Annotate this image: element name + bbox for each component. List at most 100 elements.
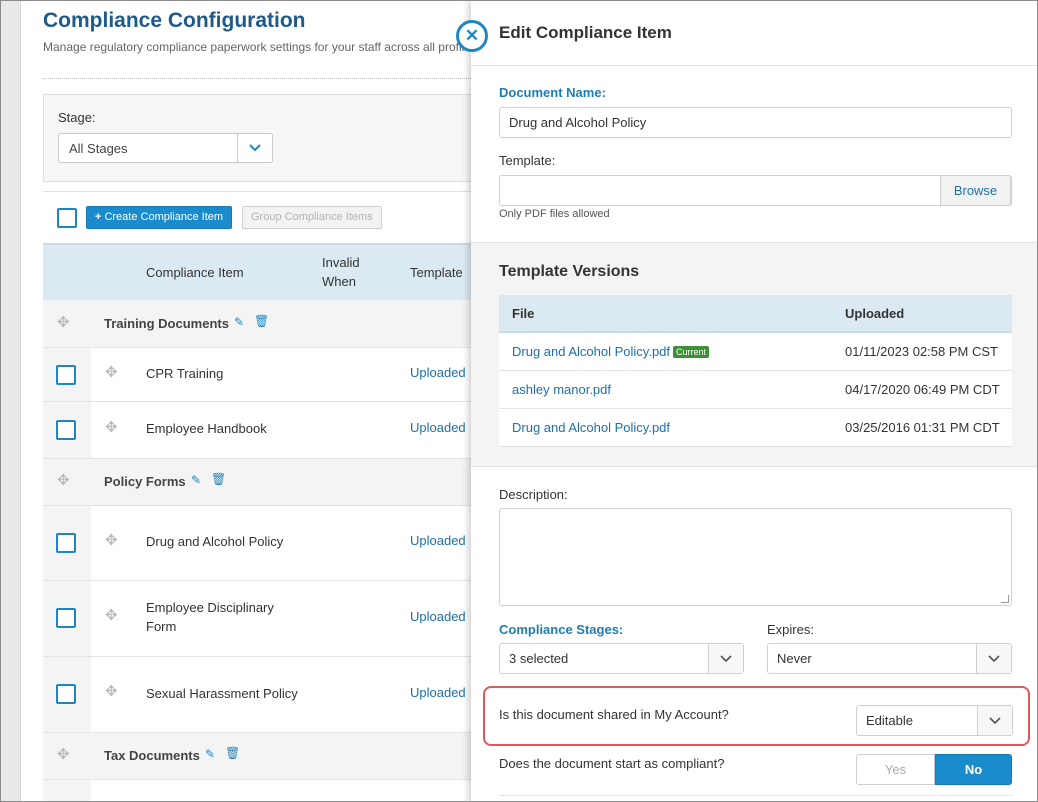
close-icon: ✕: [464, 26, 480, 45]
create-compliance-item-button[interactable]: + Create Compliance Item: [86, 206, 233, 229]
plus-icon: +: [95, 211, 102, 223]
close-panel-button[interactable]: ✕: [456, 20, 488, 52]
group-compliance-items-button[interactable]: Group Compliance Items: [242, 206, 382, 229]
row-checkbox[interactable]: [56, 420, 76, 440]
template-status-link[interactable]: Uploaded: [410, 420, 466, 435]
row-name[interactable]: Employee Handbook: [146, 419, 267, 438]
browse-button[interactable]: Browse: [940, 175, 1011, 206]
group-row: ✥ Training Documents ✎ 🗑: [43, 300, 483, 348]
starts-compliant-toggle: Yes No: [856, 754, 1013, 785]
row-checkbox[interactable]: [56, 365, 76, 385]
resize-grip-icon[interactable]: [1001, 595, 1009, 603]
column-header-uploaded: Uploaded: [845, 306, 905, 321]
move-icon[interactable]: ✥: [57, 471, 70, 489]
shared-in-account-select[interactable]: Editable: [856, 705, 1013, 736]
panel-bottom-divider: [499, 795, 1012, 796]
row-checkbox[interactable]: [56, 608, 76, 628]
expires-value: Never: [777, 651, 812, 666]
table-row: ✥ Employee Disciplinary Form Uploaded: [43, 581, 483, 657]
compliant-yes-button[interactable]: Yes: [856, 754, 935, 785]
move-icon[interactable]: ✥: [57, 313, 70, 331]
move-icon[interactable]: ✥: [105, 418, 118, 436]
row-checkbox[interactable]: [56, 684, 76, 704]
version-file-link[interactable]: Drug and Alcohol Policy.pdf: [512, 420, 670, 435]
table-row: ✥ Employee Handbook Uploaded: [43, 402, 483, 459]
pencil-icon[interactable]: ✎: [205, 747, 215, 761]
move-icon[interactable]: ✥: [105, 606, 118, 624]
panel-title: Edit Compliance Item: [499, 23, 672, 42]
row-checkbox[interactable]: [56, 533, 76, 553]
row-name[interactable]: CPR Training: [146, 364, 223, 383]
chevron-down-icon: [976, 644, 1011, 673]
group-name: Policy Forms: [104, 474, 186, 489]
create-compliance-item-label: Create Compliance Item: [104, 211, 224, 223]
table-row: ✥ Sexual Harassment Policy Uploaded: [43, 657, 483, 733]
group-name: Tax Documents: [104, 748, 200, 763]
template-status-link[interactable]: Uploaded: [410, 609, 466, 624]
page-title: Compliance Configuration: [43, 9, 306, 32]
row-name[interactable]: Employee Disciplinary Form: [146, 598, 286, 636]
template-label: Template:: [499, 153, 556, 168]
expires-label: Expires:: [767, 622, 814, 637]
chevron-down-icon: [708, 644, 743, 673]
compliance-stages-select[interactable]: 3 selected: [499, 643, 744, 674]
row-gutter: [43, 780, 91, 801]
stage-select-value: All Stages: [69, 141, 128, 156]
compliant-no-button[interactable]: No: [935, 754, 1012, 785]
template-status-link[interactable]: Uploaded: [410, 685, 466, 700]
trash-icon[interactable]: 🗑: [254, 314, 269, 328]
trash-icon[interactable]: 🗑: [211, 472, 226, 486]
version-uploaded-date: 04/17/2020 06:49 PM CDT: [845, 382, 1000, 397]
version-row: Drug and Alcohol Policy.pdf Current 01/11…: [499, 333, 1012, 371]
panel-header-divider: [471, 65, 1037, 66]
version-uploaded-date: 01/11/2023 02:58 PM CST: [845, 344, 998, 359]
stage-select[interactable]: All Stages: [58, 133, 273, 163]
template-versions-table: File Uploaded Drug and Alcohol Policy.pd…: [499, 295, 1012, 447]
template-status-link[interactable]: Uploaded: [410, 365, 466, 380]
column-header-template[interactable]: Template: [410, 263, 463, 282]
list-toolbar: + Create Compliance Item Group Compliance…: [43, 191, 483, 243]
shared-in-account-question: Is this document shared in My Account?: [499, 707, 729, 722]
column-header-invalid-when[interactable]: Invalid When: [322, 253, 372, 291]
shared-in-account-value: Editable: [866, 713, 913, 728]
row-name[interactable]: Sexual Harassment Policy: [146, 684, 298, 703]
version-file-link[interactable]: Drug and Alcohol Policy.pdf Current: [512, 344, 710, 359]
move-icon[interactable]: ✥: [105, 682, 118, 700]
title-divider: [43, 78, 473, 79]
table-row: [43, 780, 483, 801]
version-uploaded-date: 03/25/2016 01:31 PM CDT: [845, 420, 1000, 435]
chevron-down-icon: [977, 706, 1012, 735]
compliance-stages-label: Compliance Stages:: [499, 622, 624, 637]
row-name[interactable]: Drug and Alcohol Policy: [146, 532, 283, 551]
stage-label: Stage:: [58, 110, 96, 125]
table-row: ✥ Drug and Alcohol Policy Uploaded: [43, 506, 483, 581]
column-header-file: File: [512, 306, 535, 321]
version-row: ashley manor.pdf 04/17/2020 06:49 PM CDT: [499, 371, 1012, 409]
document-name-input[interactable]: Drug and Alcohol Policy: [499, 107, 1012, 138]
expires-select[interactable]: Never: [767, 643, 1012, 674]
app-frame: Compliance Configuration Manage regulato…: [0, 0, 1038, 802]
table-header: Compliance Item Invalid When Template: [43, 243, 483, 300]
move-icon[interactable]: ✥: [105, 531, 118, 549]
move-icon[interactable]: ✥: [105, 363, 118, 381]
pencil-icon[interactable]: ✎: [191, 473, 201, 487]
description-label: Description:: [499, 487, 568, 502]
pdf-only-hint: Only PDF files allowed: [499, 208, 610, 220]
version-file-name: Drug and Alcohol Policy.pdf: [512, 344, 671, 359]
group-row: ✥ Tax Documents ✎ 🗑: [43, 733, 483, 780]
description-textarea[interactable]: [499, 508, 1012, 606]
group-name: Training Documents: [104, 316, 229, 331]
select-all-checkbox[interactable]: [57, 208, 77, 228]
edit-compliance-item-panel: Edit Compliance Item Document Name: Drug…: [471, 1, 1037, 801]
version-file-link[interactable]: ashley manor.pdf: [512, 382, 611, 397]
template-file-input[interactable]: Browse: [499, 175, 1012, 206]
move-icon[interactable]: ✥: [57, 745, 70, 763]
version-row: Drug and Alcohol Policy.pdf 03/25/2016 0…: [499, 409, 1012, 447]
template-status-link[interactable]: Uploaded: [410, 533, 466, 548]
compliance-stages-value: 3 selected: [509, 651, 569, 666]
template-versions-section: Template Versions File Uploaded Drug and…: [471, 242, 1037, 467]
page-subtitle: Manage regulatory compliance paperwork s…: [43, 40, 475, 54]
column-header-compliance-item[interactable]: Compliance Item: [146, 263, 244, 282]
pencil-icon[interactable]: ✎: [234, 315, 244, 329]
trash-icon[interactable]: 🗑: [225, 746, 240, 760]
